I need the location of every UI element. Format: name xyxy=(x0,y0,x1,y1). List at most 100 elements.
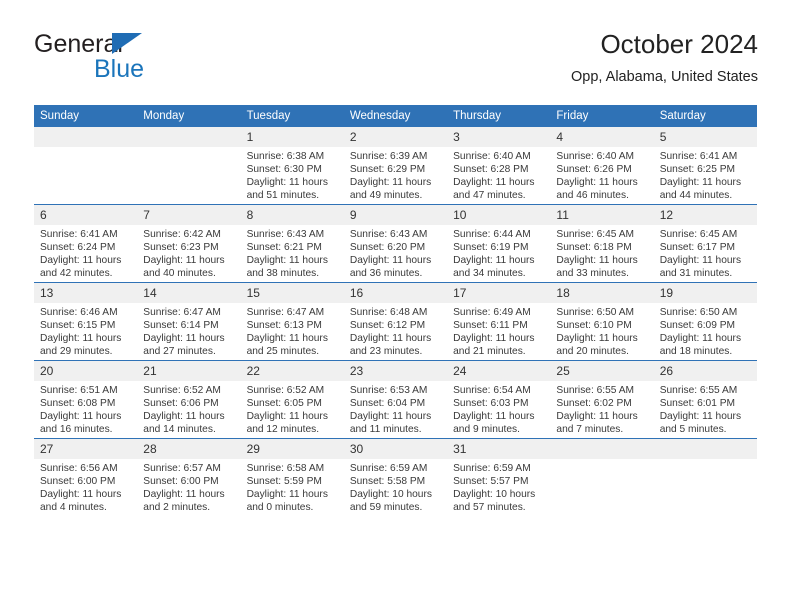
day-number: 18 xyxy=(550,283,654,303)
daylight-duration-line2: and 14 minutes. xyxy=(143,424,216,436)
day-details: Sunrise: 6:46 AM Sunset: 6:15 PM Daylight:… xyxy=(34,303,137,358)
daylight-duration-line1: Daylight: 11 hours xyxy=(349,177,432,189)
sunrise-time: Sunrise: 6:54 AM xyxy=(453,385,531,396)
day-details: Sunrise: 6:47 AM Sunset: 6:14 PM Daylight:… xyxy=(137,303,240,358)
daylight-duration-line2: and 31 minutes. xyxy=(659,268,733,280)
page-subtitle: Opp, Alabama, United States xyxy=(571,69,758,85)
calendar-day-cell-empty xyxy=(550,438,654,516)
day-details: Sunrise: 6:52 AM Sunset: 6:05 PM Daylight:… xyxy=(241,381,344,436)
sunrise-time: Sunrise: 6:43 AM xyxy=(349,229,428,240)
calendar-day-cell[interactable]: 23 Sunrise: 6:53 AM Sunset: 6:04 PM Dayligh… xyxy=(343,360,448,439)
calendar-day-cell[interactable]: 28 Sunrise: 6:57 AM Sunset: 6:00 PM Dayligh… xyxy=(137,438,241,516)
day-details: Sunrise: 6:39 AM Sunset: 6:29 PM Daylight:… xyxy=(344,147,447,202)
calendar-day-cell[interactable]: 26 Sunrise: 6:55 AM Sunset: 6:01 PM Dayligh… xyxy=(653,360,757,439)
weekday-header-friday: Friday xyxy=(550,105,654,127)
daylight-duration-line1: Daylight: 11 hours xyxy=(659,411,742,423)
day-number: 7 xyxy=(137,205,241,225)
day-number: 9 xyxy=(343,205,448,225)
calendar-header-row: Sunday Monday Tuesday Wednesday Thursday… xyxy=(34,105,757,127)
calendar-day-cell[interactable]: 18 Sunrise: 6:50 AM Sunset: 6:10 PM Dayligh… xyxy=(550,282,654,361)
calendar-day-cell[interactable]: 16 Sunrise: 6:48 AM Sunset: 6:12 PM Dayligh… xyxy=(343,282,448,361)
sunrise-time: Sunrise: 6:40 AM xyxy=(556,151,634,162)
sunset-time: Sunset: 6:10 PM xyxy=(556,320,632,332)
day-number: 28 xyxy=(137,439,241,459)
calendar-day-cell[interactable]: 19 Sunrise: 6:50 AM Sunset: 6:09 PM Dayligh… xyxy=(653,282,757,361)
calendar-day-cell[interactable]: 2 Sunrise: 6:39 AM Sunset: 6:29 PM Daylight… xyxy=(343,127,448,205)
calendar-day-cell[interactable]: 31 Sunrise: 6:59 AM Sunset: 5:57 PM Dayligh… xyxy=(447,438,551,516)
general-blue-logo[interactable]: General Blue xyxy=(34,30,244,92)
day-details: Sunrise: 6:50 AM Sunset: 6:09 PM Daylight:… xyxy=(654,303,757,358)
day-number: 15 xyxy=(240,283,344,303)
daylight-duration-line2: and 46 minutes. xyxy=(556,190,629,202)
calendar-day-cell[interactable]: 8 Sunrise: 6:43 AM Sunset: 6:21 PM Daylight… xyxy=(240,204,344,283)
sunrise-time: Sunrise: 6:52 AM xyxy=(246,385,325,396)
sunrise-time: Sunrise: 6:52 AM xyxy=(143,385,221,396)
daylight-duration-line1: Daylight: 11 hours xyxy=(143,333,225,345)
calendar-day-cell[interactable]: 24 Sunrise: 6:54 AM Sunset: 6:03 PM Dayligh… xyxy=(447,360,551,439)
calendar-day-cell[interactable]: 13 Sunrise: 6:46 AM Sunset: 6:15 PM Dayligh… xyxy=(34,282,138,361)
daylight-duration-line1: Daylight: 11 hours xyxy=(453,333,535,345)
calendar-week-row: 27 Sunrise: 6:56 AM Sunset: 6:00 PM Dayligh… xyxy=(34,438,757,516)
daylight-duration-line2: and 49 minutes. xyxy=(349,190,423,202)
calendar-day-cell[interactable]: 17 Sunrise: 6:49 AM Sunset: 6:11 PM Dayligh… xyxy=(447,282,551,361)
calendar-day-cell[interactable]: 6 Sunrise: 6:41 AM Sunset: 6:24 PM Daylight… xyxy=(34,204,138,283)
calendar-day-cell[interactable]: 11 Sunrise: 6:45 AM Sunset: 6:18 PM Dayligh… xyxy=(550,204,654,283)
day-number: 27 xyxy=(34,439,138,459)
calendar-day-cell[interactable]: 3 Sunrise: 6:40 AM Sunset: 6:28 PM Daylight… xyxy=(447,127,551,205)
daylight-duration-line1: Daylight: 11 hours xyxy=(246,489,328,501)
calendar-day-cell[interactable]: 4 Sunrise: 6:40 AM Sunset: 6:26 PM Daylight… xyxy=(550,127,654,205)
calendar-day-cell[interactable]: 5 Sunrise: 6:41 AM Sunset: 6:25 PM Daylight… xyxy=(653,127,757,205)
calendar-day-cell[interactable]: 30 Sunrise: 6:59 AM Sunset: 5:58 PM Dayligh… xyxy=(343,438,448,516)
daylight-duration-line1: Daylight: 11 hours xyxy=(40,489,122,501)
calendar-week-row: 20 Sunrise: 6:51 AM Sunset: 6:08 PM Dayligh… xyxy=(34,360,757,439)
weekday-header-wednesday: Wednesday xyxy=(343,105,448,127)
daylight-duration-line2: and 38 minutes. xyxy=(246,268,320,280)
sunrise-time: Sunrise: 6:50 AM xyxy=(556,307,634,318)
sunset-time: Sunset: 5:58 PM xyxy=(349,476,426,488)
calendar-day-cell[interactable]: 25 Sunrise: 6:55 AM Sunset: 6:02 PM Dayligh… xyxy=(550,360,654,439)
calendar-day-cell[interactable]: 15 Sunrise: 6:47 AM Sunset: 6:13 PM Dayligh… xyxy=(240,282,344,361)
sunrise-time: Sunrise: 6:59 AM xyxy=(349,463,428,474)
calendar-day-cell[interactable]: 10 Sunrise: 6:44 AM Sunset: 6:19 PM Dayligh… xyxy=(447,204,551,283)
sunset-time: Sunset: 6:09 PM xyxy=(659,320,736,332)
sunrise-time: Sunrise: 6:58 AM xyxy=(246,463,325,474)
sunset-time: Sunset: 6:00 PM xyxy=(40,476,116,488)
sunrise-time: Sunrise: 6:45 AM xyxy=(659,229,738,240)
calendar-day-cell[interactable]: 27 Sunrise: 6:56 AM Sunset: 6:00 PM Dayligh… xyxy=(34,438,138,516)
sunset-time: Sunset: 6:18 PM xyxy=(556,242,632,254)
calendar-day-cell[interactable]: 1 Sunrise: 6:38 AM Sunset: 6:30 PM Daylight… xyxy=(240,127,344,205)
daylight-duration-line2: and 27 minutes. xyxy=(143,346,216,358)
day-details: Sunrise: 6:59 AM Sunset: 5:58 PM Daylight:… xyxy=(344,459,447,514)
calendar-day-cell[interactable]: 20 Sunrise: 6:51 AM Sunset: 6:08 PM Dayligh… xyxy=(34,360,138,439)
calendar-day-cell[interactable]: 21 Sunrise: 6:52 AM Sunset: 6:06 PM Dayligh… xyxy=(137,360,241,439)
calendar-day-cell[interactable]: 9 Sunrise: 6:43 AM Sunset: 6:20 PM Daylight… xyxy=(343,204,448,283)
sunset-time: Sunset: 6:30 PM xyxy=(246,164,322,176)
day-details: Sunrise: 6:40 AM Sunset: 6:28 PM Daylight:… xyxy=(447,147,550,202)
sunrise-time: Sunrise: 6:56 AM xyxy=(40,463,118,474)
sunrise-time: Sunrise: 6:50 AM xyxy=(659,307,738,318)
day-details: Sunrise: 6:58 AM Sunset: 5:59 PM Daylight:… xyxy=(241,459,344,514)
calendar-day-cell[interactable]: 7 Sunrise: 6:42 AM Sunset: 6:23 PM Daylight… xyxy=(137,204,241,283)
day-number xyxy=(34,127,138,147)
daylight-duration-line1: Daylight: 11 hours xyxy=(453,411,535,423)
title-block: October 2024 Opp, Alabama, United States xyxy=(571,28,758,88)
sunset-time: Sunset: 6:01 PM xyxy=(659,398,736,410)
day-number xyxy=(653,439,757,459)
day-number xyxy=(137,127,241,147)
calendar-day-cell[interactable]: 22 Sunrise: 6:52 AM Sunset: 6:05 PM Dayligh… xyxy=(240,360,344,439)
logo-triangle-icon xyxy=(112,33,142,54)
calendar-day-cell[interactable]: 12 Sunrise: 6:45 AM Sunset: 6:17 PM Dayligh… xyxy=(653,204,757,283)
daylight-duration-line1: Daylight: 11 hours xyxy=(453,177,535,189)
weekday-header-thursday: Thursday xyxy=(447,105,551,127)
sunset-time: Sunset: 6:14 PM xyxy=(143,320,219,332)
calendar-week-row: 6 Sunrise: 6:41 AM Sunset: 6:24 PM Daylight… xyxy=(34,204,757,283)
calendar-day-cell[interactable]: 29 Sunrise: 6:58 AM Sunset: 5:59 PM Dayligh… xyxy=(240,438,344,516)
calendar-day-cell-empty xyxy=(653,438,757,516)
sunset-time: Sunset: 6:21 PM xyxy=(246,242,322,254)
day-details: Sunrise: 6:55 AM Sunset: 6:01 PM Daylight:… xyxy=(654,381,757,436)
calendar-day-cell[interactable]: 14 Sunrise: 6:47 AM Sunset: 6:14 PM Dayligh… xyxy=(137,282,241,361)
sunset-time: Sunset: 6:03 PM xyxy=(453,398,529,410)
daylight-duration-line1: Daylight: 11 hours xyxy=(556,333,638,345)
sunrise-time: Sunrise: 6:41 AM xyxy=(40,229,118,240)
sunset-time: Sunset: 6:19 PM xyxy=(453,242,529,254)
